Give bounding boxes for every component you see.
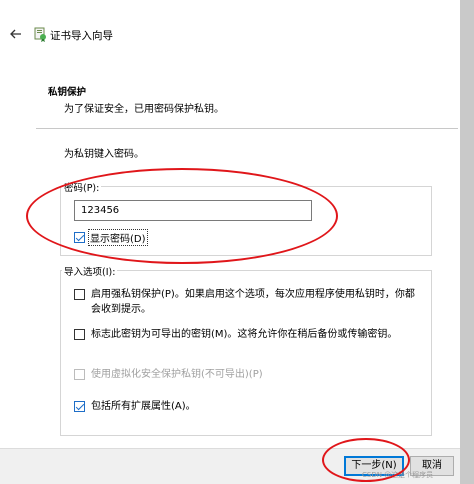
extended-properties-label: 包括所有扩展属性(A)。 (91, 401, 196, 412)
window-title: 证书导入向导 (50, 30, 113, 42)
annotation-ring-next (322, 438, 410, 482)
virtualization-security-checkbox (74, 369, 85, 380)
strong-protection-label: 启用强私钥保护(P)。如果启用这个选项，每次应用程序使用私钥时，你都会收到提示。 (91, 289, 415, 315)
background-strip (460, 0, 474, 484)
virtualization-security-label: 使用虚拟化安全保护私钥(不可导出)(P) (91, 369, 263, 380)
password-prompt: 为私钥键入密码。 (64, 149, 144, 160)
title-bar: 证书导入向导 (0, 20, 460, 48)
exportable-key-checkbox[interactable] (74, 329, 85, 340)
exportable-key-label: 标志此密钥为可导出的密钥(M)。这将允许你在稍后备份或传输密钥。 (91, 329, 398, 340)
strong-protection-option[interactable]: 启用强私钥保护(P)。如果启用这个选项，每次应用程序使用私钥时，你都会收到提示。 (74, 287, 424, 317)
extended-properties-checkbox[interactable] (74, 401, 85, 412)
import-options-label: 导入选项(I): (62, 264, 118, 278)
page-description: 为了保证安全，已用密码保护私钥。 (64, 104, 224, 115)
page-title: 私钥保护 (48, 87, 87, 98)
exportable-key-option[interactable]: 标志此密钥为可导出的密钥(M)。这将允许你在稍后备份或传输密钥。 (74, 327, 424, 342)
certificate-wizard-icon (32, 26, 48, 42)
annotation-ring-password (26, 168, 338, 264)
extended-properties-option[interactable]: 包括所有扩展属性(A)。 (74, 399, 424, 414)
strong-protection-checkbox[interactable] (74, 289, 85, 300)
virtualization-security-option: 使用虚拟化安全保护私钥(不可导出)(P) (74, 367, 424, 382)
back-arrow-icon[interactable] (8, 26, 24, 42)
page-header: 私钥保护 为了保证安全，已用密码保护私钥。 (0, 74, 460, 130)
header-divider (36, 128, 458, 129)
